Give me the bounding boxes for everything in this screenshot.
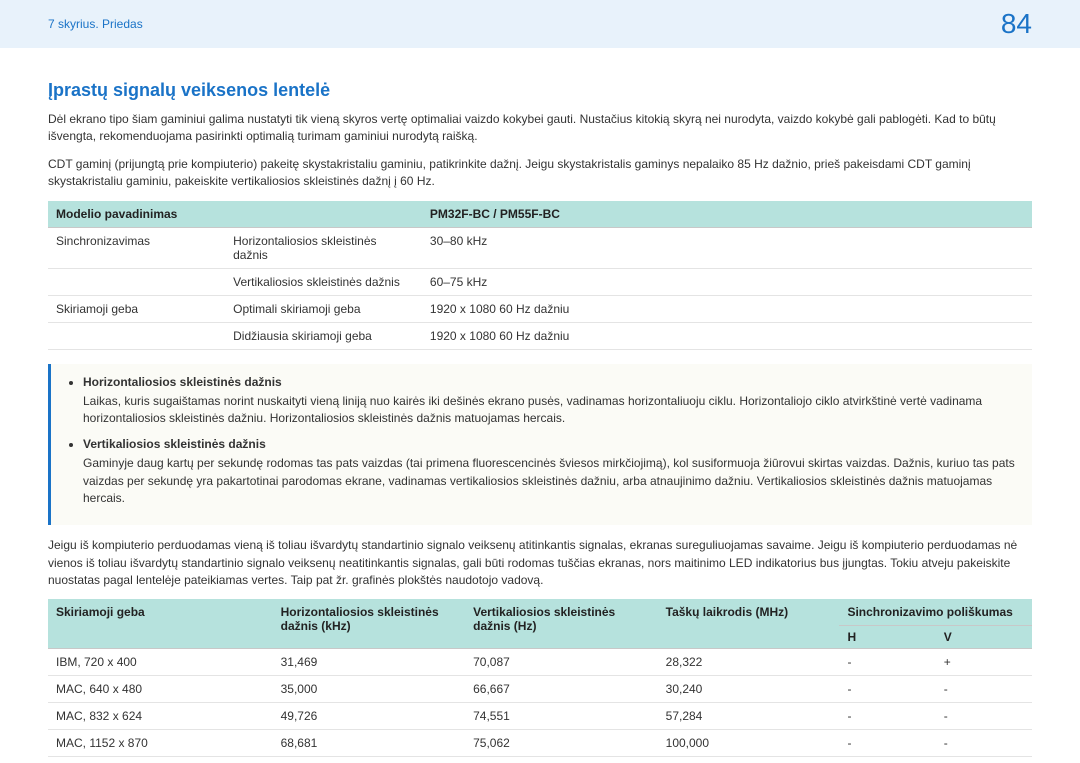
td-pc: 100,000 (658, 730, 840, 757)
td-res: IBM, 720 x 400 (48, 649, 273, 676)
content: Įprastų signalų veiksenos lentelė Dėl ek… (0, 48, 1080, 757)
spec-header-value: PM32F-BC / PM55F-BC (422, 201, 1032, 228)
th-polarity-v: V (936, 626, 1032, 649)
table-row: MAC, 1152 x 870 68,681 75,062 100,000 - … (48, 730, 1032, 757)
td-hf: 31,469 (273, 649, 466, 676)
intro-paragraph-2: CDT gaminį (prijungtą prie kompiuterio) … (48, 156, 1032, 191)
topbar: 7 skyrius. Priedas 84 (0, 0, 1080, 48)
breadcrumb: 7 skyrius. Priedas (48, 17, 143, 31)
note-box: Horizontaliosios skleistinės dažnis Laik… (48, 364, 1032, 526)
note-item: Horizontaliosios skleistinės dažnis Laik… (83, 374, 1018, 428)
spec-cell: Sinchronizavimas (48, 227, 225, 268)
page-number: 84 (1001, 8, 1032, 40)
spec-cell: Skiriamoji geba (48, 295, 225, 322)
spec-cell (48, 322, 225, 349)
table-row: Sinchronizavimas Horizontaliosios skleis… (48, 227, 1032, 268)
td-polh: - (839, 649, 935, 676)
th-horizontal-freq: Horizontaliosios skleistinės dažnis (kHz… (273, 599, 466, 649)
td-pc: 30,240 (658, 676, 840, 703)
td-res: MAC, 640 x 480 (48, 676, 273, 703)
td-polh: - (839, 730, 935, 757)
td-polv: - (936, 703, 1032, 730)
td-vf: 74,551 (465, 703, 658, 730)
th-resolution: Skiriamoji geba (48, 599, 273, 649)
td-pc: 57,284 (658, 703, 840, 730)
table-row: IBM, 720 x 400 31,469 70,087 28,322 - + (48, 649, 1032, 676)
th-polarity: Sinchronizavimo poliškumas (839, 599, 1032, 626)
timing-table: Skiriamoji geba Horizontaliosios skleist… (48, 599, 1032, 757)
note-item: Vertikaliosios skleistinės dažnis Gaminy… (83, 436, 1018, 508)
td-polv: - (936, 730, 1032, 757)
spec-cell: Didžiausia skiriamoji geba (225, 322, 422, 349)
td-hf: 35,000 (273, 676, 466, 703)
spec-header-model: Modelio pavadinimas (48, 201, 422, 228)
td-vf: 66,667 (465, 676, 658, 703)
th-vertical-freq: Vertikaliosios skleistinės dažnis (Hz) (465, 599, 658, 649)
td-polh: - (839, 703, 935, 730)
td-vf: 75,062 (465, 730, 658, 757)
note-text: Gaminyje daug kartų per sekundę rodomas … (83, 455, 1018, 507)
table-row: MAC, 832 x 624 49,726 74,551 57,284 - - (48, 703, 1032, 730)
document-page: 7 skyrius. Priedas 84 Įprastų signalų ve… (0, 0, 1080, 763)
spec-cell: 1920 x 1080 60 Hz dažniu (422, 295, 1032, 322)
note-label: Vertikaliosios skleistinės dažnis (83, 436, 1018, 453)
note-text: Laikas, kuris sugaištamas norint nuskait… (83, 393, 1018, 428)
intro-paragraph-1: Dėl ekrano tipo šiam gaminiui galima nus… (48, 111, 1032, 146)
timing-table-header: Skiriamoji geba Horizontaliosios skleist… (48, 599, 1032, 626)
spec-cell (48, 268, 225, 295)
section-title: Įprastų signalų veiksenos lentelė (48, 80, 1032, 101)
spec-cell: 1920 x 1080 60 Hz dažniu (422, 322, 1032, 349)
td-vf: 70,087 (465, 649, 658, 676)
td-polh: - (839, 676, 935, 703)
table-row: MAC, 640 x 480 35,000 66,667 30,240 - - (48, 676, 1032, 703)
spec-cell: Horizontaliosios skleistinės dažnis (225, 227, 422, 268)
spec-cell: 30–80 kHz (422, 227, 1032, 268)
spec-cell: 60–75 kHz (422, 268, 1032, 295)
td-res: MAC, 832 x 624 (48, 703, 273, 730)
table-row: Skiriamoji geba Optimali skiriamoji geba… (48, 295, 1032, 322)
spec-cell: Optimali skiriamoji geba (225, 295, 422, 322)
td-polv: - (936, 676, 1032, 703)
td-res: MAC, 1152 x 870 (48, 730, 273, 757)
spec-table-header: Modelio pavadinimas PM32F-BC / PM55F-BC (48, 201, 1032, 228)
after-note-paragraph: Jeigu iš kompiuterio perduodamas vieną i… (48, 537, 1032, 589)
spec-cell: Vertikaliosios skleistinės dažnis (225, 268, 422, 295)
td-polv: + (936, 649, 1032, 676)
note-label: Horizontaliosios skleistinės dažnis (83, 374, 1018, 391)
spec-table: Modelio pavadinimas PM32F-BC / PM55F-BC … (48, 201, 1032, 350)
th-pixel-clock: Taškų laikrodis (MHz) (658, 599, 840, 649)
th-polarity-h: H (839, 626, 935, 649)
td-hf: 49,726 (273, 703, 466, 730)
table-row: Didžiausia skiriamoji geba 1920 x 1080 6… (48, 322, 1032, 349)
td-hf: 68,681 (273, 730, 466, 757)
td-pc: 28,322 (658, 649, 840, 676)
table-row: Vertikaliosios skleistinės dažnis 60–75 … (48, 268, 1032, 295)
